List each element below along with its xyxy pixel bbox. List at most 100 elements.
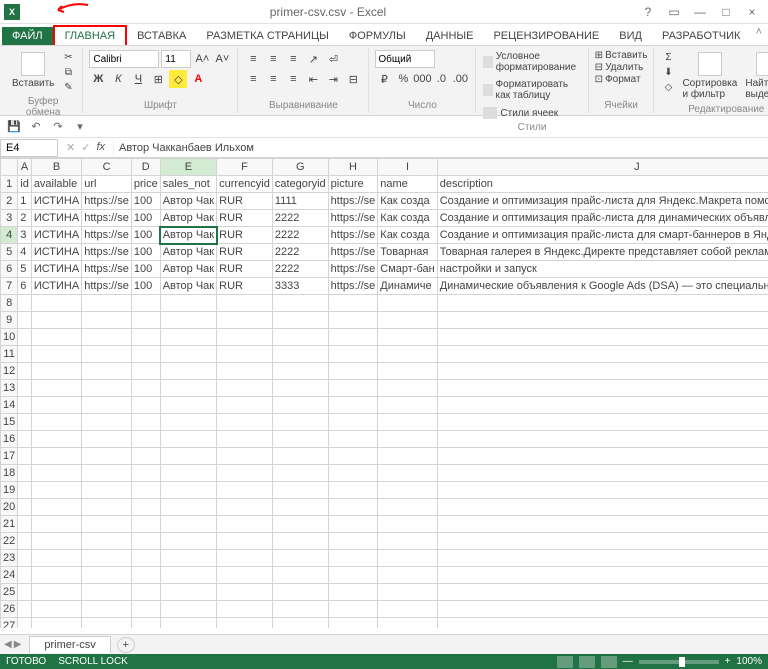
cell[interactable] — [378, 295, 437, 312]
cell[interactable] — [18, 448, 32, 465]
cell[interactable] — [272, 329, 328, 346]
row-header[interactable]: 15 — [1, 414, 18, 431]
cell[interactable]: Автор Чак — [160, 261, 216, 278]
cell[interactable] — [82, 312, 132, 329]
cell[interactable] — [272, 601, 328, 618]
cell[interactable] — [31, 465, 81, 482]
cell[interactable] — [31, 312, 81, 329]
italic-button[interactable]: К — [109, 70, 127, 88]
cell[interactable] — [378, 618, 437, 629]
cell[interactable]: RUR — [217, 227, 273, 244]
tab-home[interactable]: ГЛАВНАЯ — [53, 25, 127, 45]
fill-color-button[interactable]: ◇ — [169, 70, 187, 88]
cell[interactable] — [82, 295, 132, 312]
cell[interactable]: Автор Чак — [160, 210, 216, 227]
tab-formulas[interactable]: ФОРМУЛЫ — [339, 27, 416, 45]
cell[interactable] — [378, 414, 437, 431]
cell[interactable] — [437, 346, 768, 363]
cell[interactable] — [328, 516, 378, 533]
cell[interactable] — [18, 414, 32, 431]
cell[interactable] — [31, 618, 81, 629]
wrap-text-button[interactable]: ⏎ — [324, 50, 342, 68]
cell[interactable] — [378, 397, 437, 414]
cell[interactable]: ИСТИНА — [31, 261, 81, 278]
cell[interactable] — [131, 414, 160, 431]
cell[interactable] — [18, 584, 32, 601]
font-size-select[interactable] — [161, 50, 191, 68]
cell[interactable] — [131, 346, 160, 363]
cell[interactable]: Товарная галерея в Яндекс.Директе предст… — [437, 244, 768, 261]
row-header[interactable]: 20 — [1, 499, 18, 516]
cell[interactable]: 2222 — [272, 210, 328, 227]
cell[interactable] — [272, 363, 328, 380]
cell[interactable] — [31, 601, 81, 618]
cell[interactable] — [328, 380, 378, 397]
cell[interactable]: 2222 — [272, 227, 328, 244]
cell[interactable]: Динамические объявления к Google Ads (DS… — [437, 278, 768, 295]
decrease-indent-button[interactable]: ⇤ — [304, 70, 322, 88]
cell[interactable] — [328, 346, 378, 363]
cell[interactable] — [378, 363, 437, 380]
cell[interactable]: url — [82, 176, 132, 193]
cell[interactable]: sales_not — [160, 176, 216, 193]
cell[interactable] — [437, 465, 768, 482]
cell[interactable] — [437, 414, 768, 431]
cell[interactable] — [272, 533, 328, 550]
cell[interactable] — [437, 601, 768, 618]
cell[interactable]: RUR — [217, 278, 273, 295]
cell[interactable] — [217, 312, 273, 329]
align-right-button[interactable]: ≡ — [284, 70, 302, 88]
cell[interactable] — [437, 516, 768, 533]
cell[interactable] — [18, 567, 32, 584]
cell[interactable] — [217, 329, 273, 346]
zoom-slider[interactable] — [639, 660, 719, 664]
cell[interactable] — [378, 431, 437, 448]
cell[interactable] — [378, 567, 437, 584]
tab-page-layout[interactable]: РАЗМЕТКА СТРАНИЦЫ — [196, 27, 338, 45]
cell[interactable]: https://se — [328, 244, 378, 261]
cell[interactable] — [131, 448, 160, 465]
cell[interactable]: https://se — [328, 210, 378, 227]
tab-data[interactable]: ДАННЫЕ — [416, 27, 484, 45]
cell[interactable]: 1 — [18, 193, 32, 210]
cell[interactable] — [131, 397, 160, 414]
row-header[interactable]: 7 — [1, 278, 18, 295]
cell[interactable] — [272, 312, 328, 329]
font-color-button[interactable]: A — [189, 70, 207, 88]
cell[interactable]: Автор Чак — [160, 278, 216, 295]
cell[interactable] — [131, 567, 160, 584]
col-header-D[interactable]: D — [131, 159, 160, 176]
row-header[interactable]: 26 — [1, 601, 18, 618]
cell[interactable]: https://se — [82, 210, 132, 227]
cell[interactable] — [217, 567, 273, 584]
save-button[interactable]: 💾 — [6, 119, 22, 135]
currency-button[interactable]: ₽ — [375, 70, 393, 88]
cell[interactable] — [378, 465, 437, 482]
zoom-out-button[interactable]: — — [623, 656, 633, 667]
row-header[interactable]: 10 — [1, 329, 18, 346]
cell[interactable]: https://se — [328, 193, 378, 210]
cell[interactable] — [82, 431, 132, 448]
cell[interactable]: Как созда — [378, 210, 437, 227]
cell[interactable]: 100 — [131, 244, 160, 261]
percent-button[interactable]: % — [394, 70, 412, 88]
cell[interactable]: 4 — [18, 244, 32, 261]
sheet-nav-prev[interactable]: ◀ — [4, 639, 12, 650]
cell[interactable]: RUR — [217, 244, 273, 261]
cell[interactable] — [437, 567, 768, 584]
cell[interactable] — [82, 618, 132, 629]
tab-developer[interactable]: РАЗРАБОТЧИК — [652, 27, 750, 45]
cell[interactable] — [378, 346, 437, 363]
cell[interactable] — [82, 533, 132, 550]
cell[interactable] — [131, 465, 160, 482]
cell[interactable] — [160, 329, 216, 346]
cell[interactable] — [437, 312, 768, 329]
cell[interactable] — [328, 533, 378, 550]
cell[interactable] — [328, 295, 378, 312]
col-header-H[interactable]: H — [328, 159, 378, 176]
cell[interactable] — [272, 397, 328, 414]
cell[interactable]: Создание и оптимизация прайс-листа для Я… — [437, 193, 768, 210]
row-header[interactable]: 5 — [1, 244, 18, 261]
row-header[interactable]: 1 — [1, 176, 18, 193]
cell[interactable] — [437, 618, 768, 629]
